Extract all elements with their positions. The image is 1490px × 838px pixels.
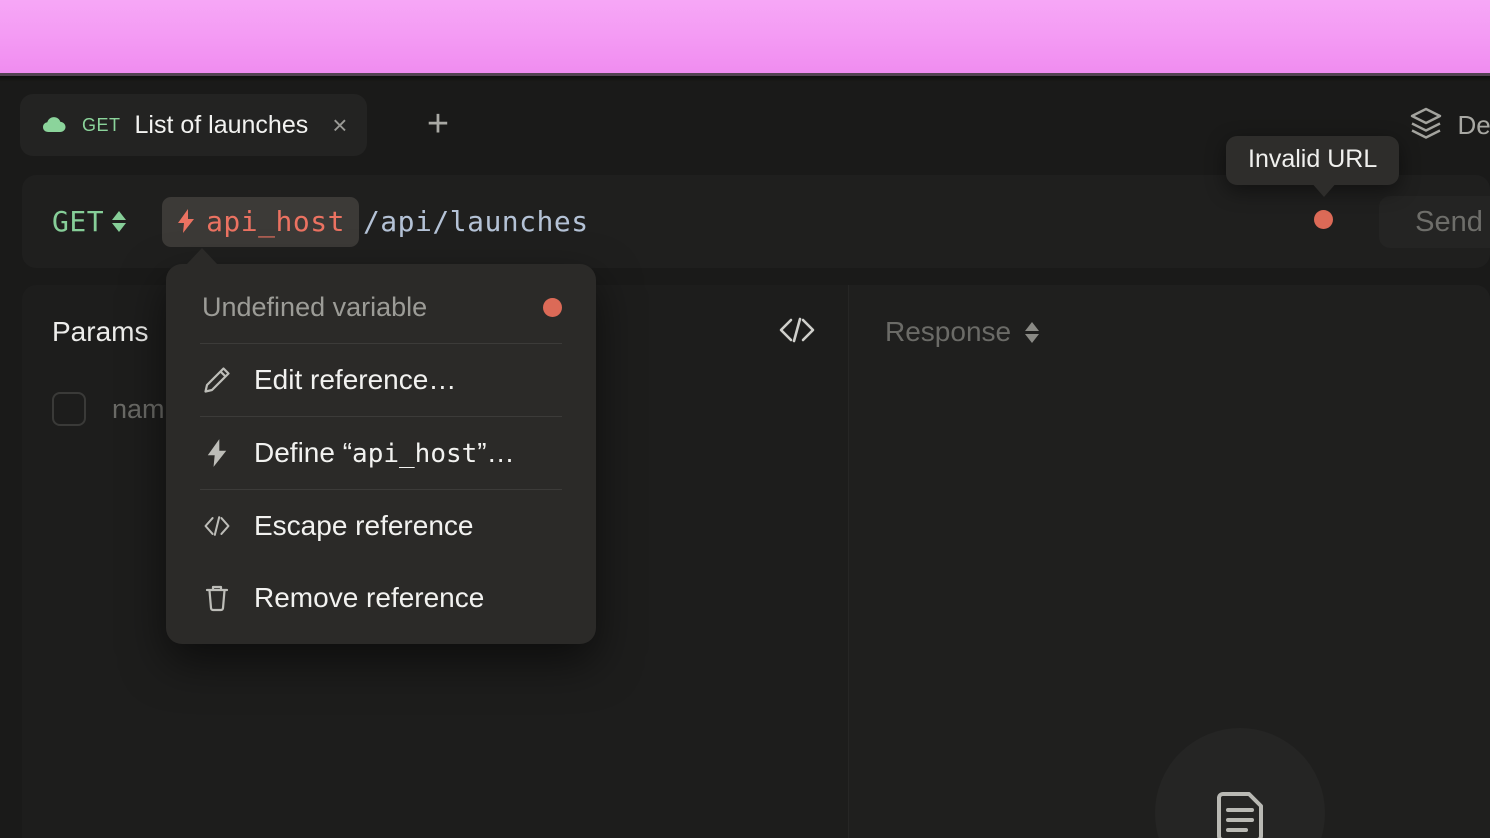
variable-chip-label: api_host bbox=[206, 204, 345, 238]
add-tab-button[interactable]: + bbox=[420, 105, 456, 144]
context-menu-status-label: Undefined variable bbox=[202, 292, 428, 322]
status-badge-undefined bbox=[543, 298, 562, 317]
define-variable-name: api_host bbox=[352, 439, 478, 469]
send-label: Send bbox=[1415, 205, 1483, 238]
status-badge-invalid-url[interactable] bbox=[1314, 210, 1333, 229]
menu-item-label: Edit reference… bbox=[254, 364, 457, 395]
define-suffix: ”… bbox=[477, 437, 515, 468]
response-panel-header[interactable]: Response bbox=[849, 285, 1490, 379]
details-label: Det bbox=[1457, 110, 1490, 140]
tooltip-text: Invalid URL bbox=[1248, 145, 1378, 173]
cloud-icon bbox=[40, 110, 70, 140]
send-button[interactable]: Send bbox=[1379, 196, 1490, 248]
param-enabled-checkbox[interactable] bbox=[52, 392, 86, 426]
app-window: GET List of launches × + Det GET bbox=[0, 0, 1490, 838]
details-button[interactable]: Det bbox=[1408, 106, 1490, 145]
chevron-updown-icon bbox=[112, 211, 127, 232]
pencil-icon bbox=[202, 365, 232, 395]
response-empty-state bbox=[1155, 728, 1325, 838]
code-icon bbox=[202, 513, 232, 539]
document-icon bbox=[1197, 768, 1283, 838]
context-menu-arrow bbox=[186, 248, 218, 265]
context-menu-header: Undefined variable bbox=[166, 270, 596, 343]
params-title: Params bbox=[52, 316, 149, 347]
menu-item-remove-reference[interactable]: Remove reference bbox=[166, 562, 596, 634]
bolt-icon bbox=[202, 438, 232, 468]
tab-method-label: GET bbox=[82, 114, 121, 135]
tab-title-label: List of launches bbox=[134, 110, 309, 139]
variable-chip-api-host[interactable]: api_host bbox=[162, 196, 359, 247]
variable-context-menu: Undefined variable Edit reference… Defin… bbox=[166, 264, 596, 644]
bolt-icon bbox=[176, 208, 196, 234]
url-path-text: /api/launches bbox=[362, 205, 589, 238]
method-select[interactable]: GET bbox=[52, 205, 127, 238]
response-panel: Response bbox=[849, 285, 1490, 838]
define-prefix: Define “ bbox=[254, 437, 353, 468]
request-url-bar: GET api_host /api/launches bbox=[22, 175, 1490, 268]
trash-icon bbox=[202, 583, 232, 613]
close-icon[interactable]: × bbox=[330, 112, 349, 138]
code-icon[interactable] bbox=[776, 315, 818, 350]
tooltip-arrow bbox=[1310, 181, 1338, 197]
chevron-updown-icon[interactable] bbox=[1025, 321, 1040, 343]
menu-item-escape-reference[interactable]: Escape reference bbox=[166, 490, 596, 562]
url-input[interactable]: api_host /api/launches bbox=[162, 196, 1490, 247]
menu-item-label: Define “api_host”… bbox=[254, 437, 515, 469]
desktop-backdrop bbox=[0, 0, 1490, 73]
tooltip-invalid-url: Invalid URL bbox=[1226, 136, 1400, 185]
response-title: Response bbox=[885, 316, 1012, 347]
menu-item-edit-reference[interactable]: Edit reference… bbox=[166, 344, 596, 416]
param-name-input[interactable]: nam bbox=[112, 394, 165, 425]
menu-item-label: Escape reference bbox=[254, 510, 474, 541]
tab-list-of-launches[interactable]: GET List of launches × bbox=[20, 94, 368, 156]
menu-item-label: Remove reference bbox=[254, 582, 485, 613]
menu-item-define-variable[interactable]: Define “api_host”… bbox=[166, 417, 596, 489]
method-label: GET bbox=[52, 205, 105, 238]
layers-icon bbox=[1408, 106, 1444, 145]
